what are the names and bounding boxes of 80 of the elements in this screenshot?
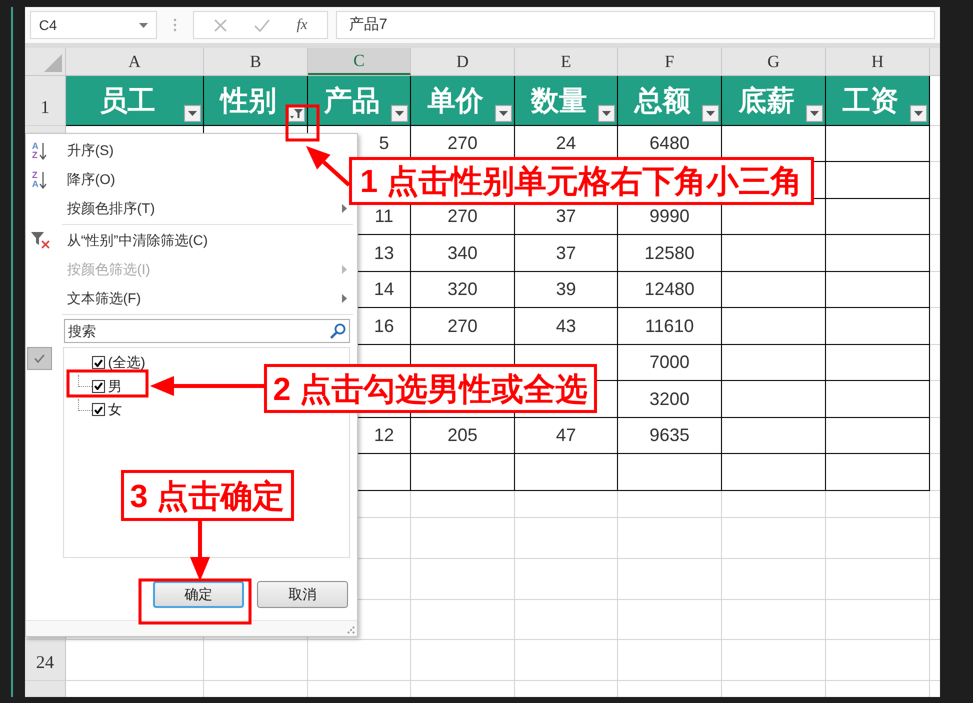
column-header[interactable]: F <box>618 48 722 75</box>
checkbox-label[interactable]: (全选) <box>108 352 146 374</box>
caret-icon <box>706 111 715 116</box>
column-header[interactable]: A <box>66 48 204 75</box>
caret-icon <box>395 111 404 116</box>
filter-button[interactable] <box>806 105 823 122</box>
column-title: 工资 <box>842 84 898 118</box>
annotation-label: 3 点击确定 <box>121 470 294 521</box>
table-cell: 270 <box>411 308 515 345</box>
table-cell: 205 <box>411 418 515 454</box>
row-header[interactable]: 1 <box>25 76 66 126</box>
column-title: 员工 <box>100 84 156 118</box>
table-cell: 39 <box>515 272 618 308</box>
submenu-arrow-icon <box>342 204 347 213</box>
menu-item[interactable]: 降序(O) <box>67 169 116 190</box>
table-cell: 320 <box>411 272 515 308</box>
column-header[interactable]: G <box>722 48 826 75</box>
callout-arrow <box>190 521 210 581</box>
resize-grip-icon[interactable] <box>347 626 355 634</box>
submenu-arrow-icon <box>342 294 347 303</box>
caret-icon <box>499 111 508 116</box>
row-header[interactable]: 24 <box>25 640 66 681</box>
menu-item[interactable]: 文本筛选(F) <box>67 288 141 309</box>
table-cell: 340 <box>411 235 515 272</box>
filter-button[interactable] <box>598 105 615 122</box>
grip-icon <box>173 18 177 32</box>
formula-field[interactable]: 产品7 <box>336 11 935 39</box>
table-cell: 43 <box>515 308 618 345</box>
checkbox[interactable] <box>92 403 105 416</box>
caret-icon <box>139 22 148 28</box>
filter-button[interactable] <box>910 105 927 122</box>
annotation-label: 2 点击勾选男性或全选 <box>264 364 597 413</box>
filter-button[interactable] <box>391 105 408 122</box>
annotation-label: 1 点击性别单元格右下角小三角 <box>349 157 814 205</box>
checkmark-icon <box>34 354 45 363</box>
checkbox[interactable] <box>92 356 105 370</box>
search-icon <box>330 323 346 339</box>
caret-icon <box>914 111 923 116</box>
column-title: 性别 <box>220 84 276 118</box>
checkbox[interactable] <box>92 380 105 393</box>
column-header[interactable]: H <box>826 48 930 75</box>
submenu-arrow-icon <box>342 265 347 274</box>
column-title: 总额 <box>634 84 690 118</box>
filter-button[interactable] <box>495 105 512 122</box>
column-title: 数量 <box>531 84 587 118</box>
column-title: 产品 <box>324 84 380 118</box>
cancel-button[interactable]: 取消 <box>257 581 348 608</box>
table-cell: 12480 <box>618 272 722 308</box>
table-cell: 47 <box>515 418 618 454</box>
menu-item[interactable]: 升序(S) <box>67 140 114 161</box>
callout-arrow <box>306 146 350 186</box>
checkbox-label[interactable]: 男 <box>108 376 122 397</box>
search-field[interactable]: 搜索 <box>64 319 350 343</box>
table-cell: 9635 <box>618 418 722 454</box>
toggle-button[interactable] <box>27 347 52 370</box>
table-cell: 3200 <box>618 381 722 418</box>
caret-icon <box>602 111 611 116</box>
highlight-frame <box>286 104 320 142</box>
table-cell: 37 <box>515 235 618 272</box>
table-cell: 12580 <box>618 235 722 272</box>
clear-filter-icon <box>31 231 51 249</box>
caret-icon <box>810 111 819 116</box>
insert-function-button[interactable]: fx <box>296 14 308 36</box>
caret-icon <box>188 111 197 116</box>
funnel-icon <box>290 108 303 118</box>
checkbox-label[interactable]: 女 <box>108 399 122 420</box>
ok-button[interactable]: 确定 <box>153 581 244 608</box>
column-header[interactable]: C <box>308 48 411 75</box>
filter-button[interactable] <box>184 105 201 122</box>
column-title: 底薪 <box>738 84 794 118</box>
checkmark-icon[interactable] <box>254 18 270 32</box>
table-cell: 11610 <box>618 308 722 345</box>
column-title: 单价 <box>428 84 484 118</box>
menu-item[interactable]: 按颜色排序(T) <box>67 198 155 219</box>
column-header[interactable]: D <box>411 48 515 75</box>
filter-button[interactable] <box>702 105 719 122</box>
menu-item[interactable]: 从“性别”中清除筛选(C) <box>67 230 208 251</box>
name-box[interactable]: C4 <box>30 11 157 39</box>
column-header[interactable]: E <box>515 48 618 75</box>
table-cell: 7000 <box>618 345 722 381</box>
